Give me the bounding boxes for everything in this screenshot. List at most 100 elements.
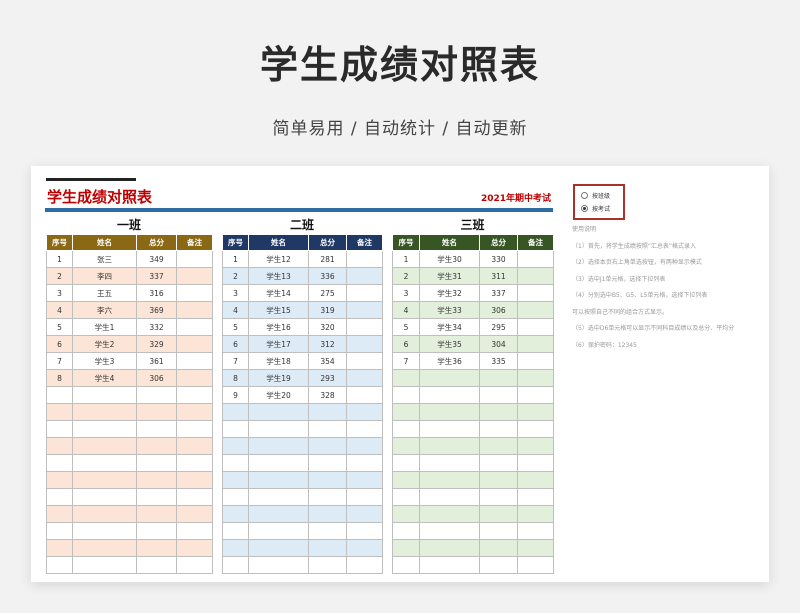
- cell-score[interactable]: [308, 539, 347, 557]
- radio-by-exam[interactable]: 按考试: [581, 204, 610, 213]
- cell-remark[interactable]: [517, 318, 554, 336]
- class-1-title[interactable]: 一班: [46, 216, 212, 233]
- cell-name[interactable]: 学生18: [248, 352, 309, 370]
- cell-no[interactable]: [222, 454, 249, 472]
- cell-score[interactable]: 293: [308, 369, 347, 387]
- cell-name[interactable]: [419, 522, 480, 540]
- cell-name[interactable]: 王五: [72, 284, 137, 302]
- cell-name[interactable]: [419, 420, 480, 438]
- cell-score[interactable]: [479, 505, 518, 523]
- cell-no[interactable]: [222, 539, 249, 557]
- cell-remark[interactable]: [176, 505, 213, 523]
- cell-remark[interactable]: [176, 301, 213, 319]
- cell-score[interactable]: 319: [308, 301, 347, 319]
- cell-no[interactable]: [46, 539, 73, 557]
- cell-score[interactable]: 312: [308, 335, 347, 353]
- cell-score[interactable]: 329: [136, 335, 177, 353]
- cell-score[interactable]: [479, 420, 518, 438]
- cell-remark[interactable]: [517, 522, 554, 540]
- cell-no[interactable]: [46, 403, 73, 421]
- cell-no[interactable]: 6: [392, 335, 420, 353]
- cell-remark[interactable]: [517, 250, 554, 268]
- cell-no[interactable]: 6: [46, 335, 73, 353]
- cell-remark[interactable]: [176, 539, 213, 557]
- cell-no[interactable]: [392, 454, 420, 472]
- cell-remark[interactable]: [517, 403, 554, 421]
- cell-no[interactable]: 2: [46, 267, 73, 285]
- cell-no[interactable]: 2: [392, 267, 420, 285]
- cell-name[interactable]: 学生3: [72, 352, 137, 370]
- cell-remark[interactable]: [517, 420, 554, 438]
- cell-no[interactable]: 3: [392, 284, 420, 302]
- cell-score[interactable]: [308, 420, 347, 438]
- cell-no[interactable]: 1: [46, 250, 73, 268]
- cell-score[interactable]: 361: [136, 352, 177, 370]
- cell-score[interactable]: [479, 403, 518, 421]
- cell-score[interactable]: [308, 522, 347, 540]
- cell-score[interactable]: [136, 539, 177, 557]
- cell-score[interactable]: 306: [136, 369, 177, 387]
- cell-score[interactable]: [308, 437, 347, 455]
- cell-name[interactable]: [72, 488, 137, 506]
- cell-remark[interactable]: [517, 335, 554, 353]
- cell-remark[interactable]: [176, 437, 213, 455]
- cell-score[interactable]: [479, 386, 518, 404]
- cell-no[interactable]: [392, 539, 420, 557]
- cell-remark[interactable]: [346, 454, 383, 472]
- cell-remark[interactable]: [176, 403, 213, 421]
- cell-no[interactable]: 4: [46, 301, 73, 319]
- cell-remark[interactable]: [517, 267, 554, 285]
- cell-no[interactable]: [392, 505, 420, 523]
- cell-remark[interactable]: [517, 369, 554, 387]
- cell-remark[interactable]: [346, 386, 383, 404]
- cell-name[interactable]: 学生34: [419, 318, 480, 336]
- cell-score[interactable]: 316: [136, 284, 177, 302]
- cell-name[interactable]: [72, 454, 137, 472]
- cell-score[interactable]: [136, 386, 177, 404]
- cell-name[interactable]: [419, 437, 480, 455]
- cell-score[interactable]: [479, 522, 518, 540]
- cell-score[interactable]: 369: [136, 301, 177, 319]
- cell-remark[interactable]: [517, 556, 554, 574]
- cell-score[interactable]: 311: [479, 267, 518, 285]
- cell-remark[interactable]: [517, 352, 554, 370]
- cell-name[interactable]: [419, 454, 480, 472]
- cell-name[interactable]: 学生16: [248, 318, 309, 336]
- cell-remark[interactable]: [346, 505, 383, 523]
- cell-score[interactable]: 337: [136, 267, 177, 285]
- cell-score[interactable]: [479, 454, 518, 472]
- cell-name[interactable]: 学生19: [248, 369, 309, 387]
- class-3-title[interactable]: 三班: [392, 216, 553, 233]
- cell-no[interactable]: 5: [46, 318, 73, 336]
- cell-remark[interactable]: [176, 267, 213, 285]
- cell-no[interactable]: [46, 522, 73, 540]
- cell-no[interactable]: 3: [222, 284, 249, 302]
- cell-score[interactable]: 328: [308, 386, 347, 404]
- cell-remark[interactable]: [346, 522, 383, 540]
- cell-name[interactable]: 学生32: [419, 284, 480, 302]
- cell-no[interactable]: [222, 437, 249, 455]
- cell-score[interactable]: 320: [308, 318, 347, 336]
- cell-score[interactable]: [136, 505, 177, 523]
- cell-no[interactable]: [222, 522, 249, 540]
- cell-no[interactable]: [392, 522, 420, 540]
- cell-no[interactable]: [46, 386, 73, 404]
- cell-score[interactable]: 306: [479, 301, 518, 319]
- cell-score[interactable]: [136, 437, 177, 455]
- cell-score[interactable]: [479, 556, 518, 574]
- cell-no[interactable]: [392, 556, 420, 574]
- cell-name[interactable]: [72, 403, 137, 421]
- cell-name[interactable]: 学生33: [419, 301, 480, 319]
- cell-score[interactable]: 295: [479, 318, 518, 336]
- cell-remark[interactable]: [346, 420, 383, 438]
- cell-name[interactable]: [72, 539, 137, 557]
- cell-name[interactable]: [419, 556, 480, 574]
- cell-score[interactable]: [308, 505, 347, 523]
- cell-no[interactable]: [222, 488, 249, 506]
- cell-no[interactable]: [392, 420, 420, 438]
- cell-score[interactable]: [308, 403, 347, 421]
- cell-score[interactable]: [308, 471, 347, 489]
- cell-remark[interactable]: [176, 386, 213, 404]
- cell-no[interactable]: [222, 471, 249, 489]
- cell-remark[interactable]: [346, 250, 383, 268]
